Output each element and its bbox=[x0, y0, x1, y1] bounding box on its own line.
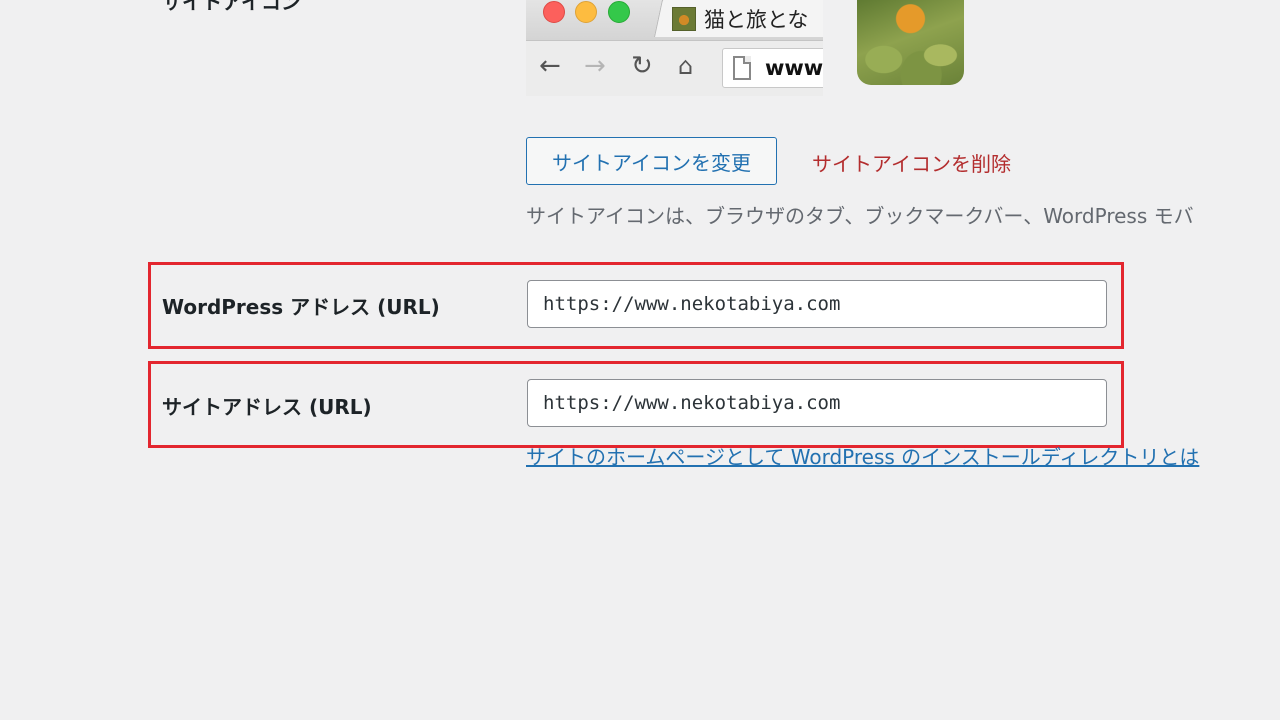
forward-arrow-icon: → bbox=[584, 51, 606, 81]
site-address-input[interactable] bbox=[527, 379, 1107, 427]
site-icon-image bbox=[857, 0, 964, 85]
minimize-window-dot-icon bbox=[575, 1, 597, 23]
back-arrow-icon: ← bbox=[539, 51, 561, 81]
settings-page: サイトアイコン 猫と旅とな ← → ↻ ⌂ www. サイトアイコンを変更 サイ… bbox=[0, 0, 1280, 720]
page-icon bbox=[733, 56, 751, 80]
remove-site-icon-link[interactable]: サイトアイコンを削除 bbox=[812, 148, 1011, 177]
browser-tab-strip: 猫と旅とな bbox=[526, 0, 823, 40]
change-site-icon-button[interactable]: サイトアイコンを変更 bbox=[526, 137, 777, 185]
site-icon-heading: サイトアイコン bbox=[162, 0, 301, 14]
browser-tab-title: 猫と旅とな bbox=[704, 8, 809, 32]
browser-toolbar: ← → ↻ ⌂ www. bbox=[526, 40, 823, 96]
wordpress-address-label: WordPress アドレス (URL) bbox=[162, 295, 440, 319]
site-address-label: サイトアドレス (URL) bbox=[162, 395, 372, 419]
reload-icon: ↻ bbox=[631, 51, 653, 81]
browser-tab-content: 猫と旅とな bbox=[672, 6, 808, 32]
browser-tab-preview: 猫と旅とな ← → ↻ ⌂ www. bbox=[526, 0, 823, 96]
wordpress-address-input[interactable] bbox=[527, 280, 1107, 328]
maximize-window-dot-icon bbox=[608, 1, 630, 23]
browser-address-bar: www. bbox=[722, 48, 823, 88]
browser-address-text: www. bbox=[765, 56, 823, 80]
favicon-icon bbox=[672, 7, 696, 31]
site-icon-description: サイトアイコンは、ブラウザのタブ、ブックマークバー、WordPress モバ bbox=[526, 204, 1194, 228]
close-window-dot-icon bbox=[543, 1, 565, 23]
site-address-help-link[interactable]: サイトのホームページとして WordPress のインストールディレクトリとは bbox=[526, 441, 1199, 470]
home-icon: ⌂ bbox=[678, 52, 694, 80]
